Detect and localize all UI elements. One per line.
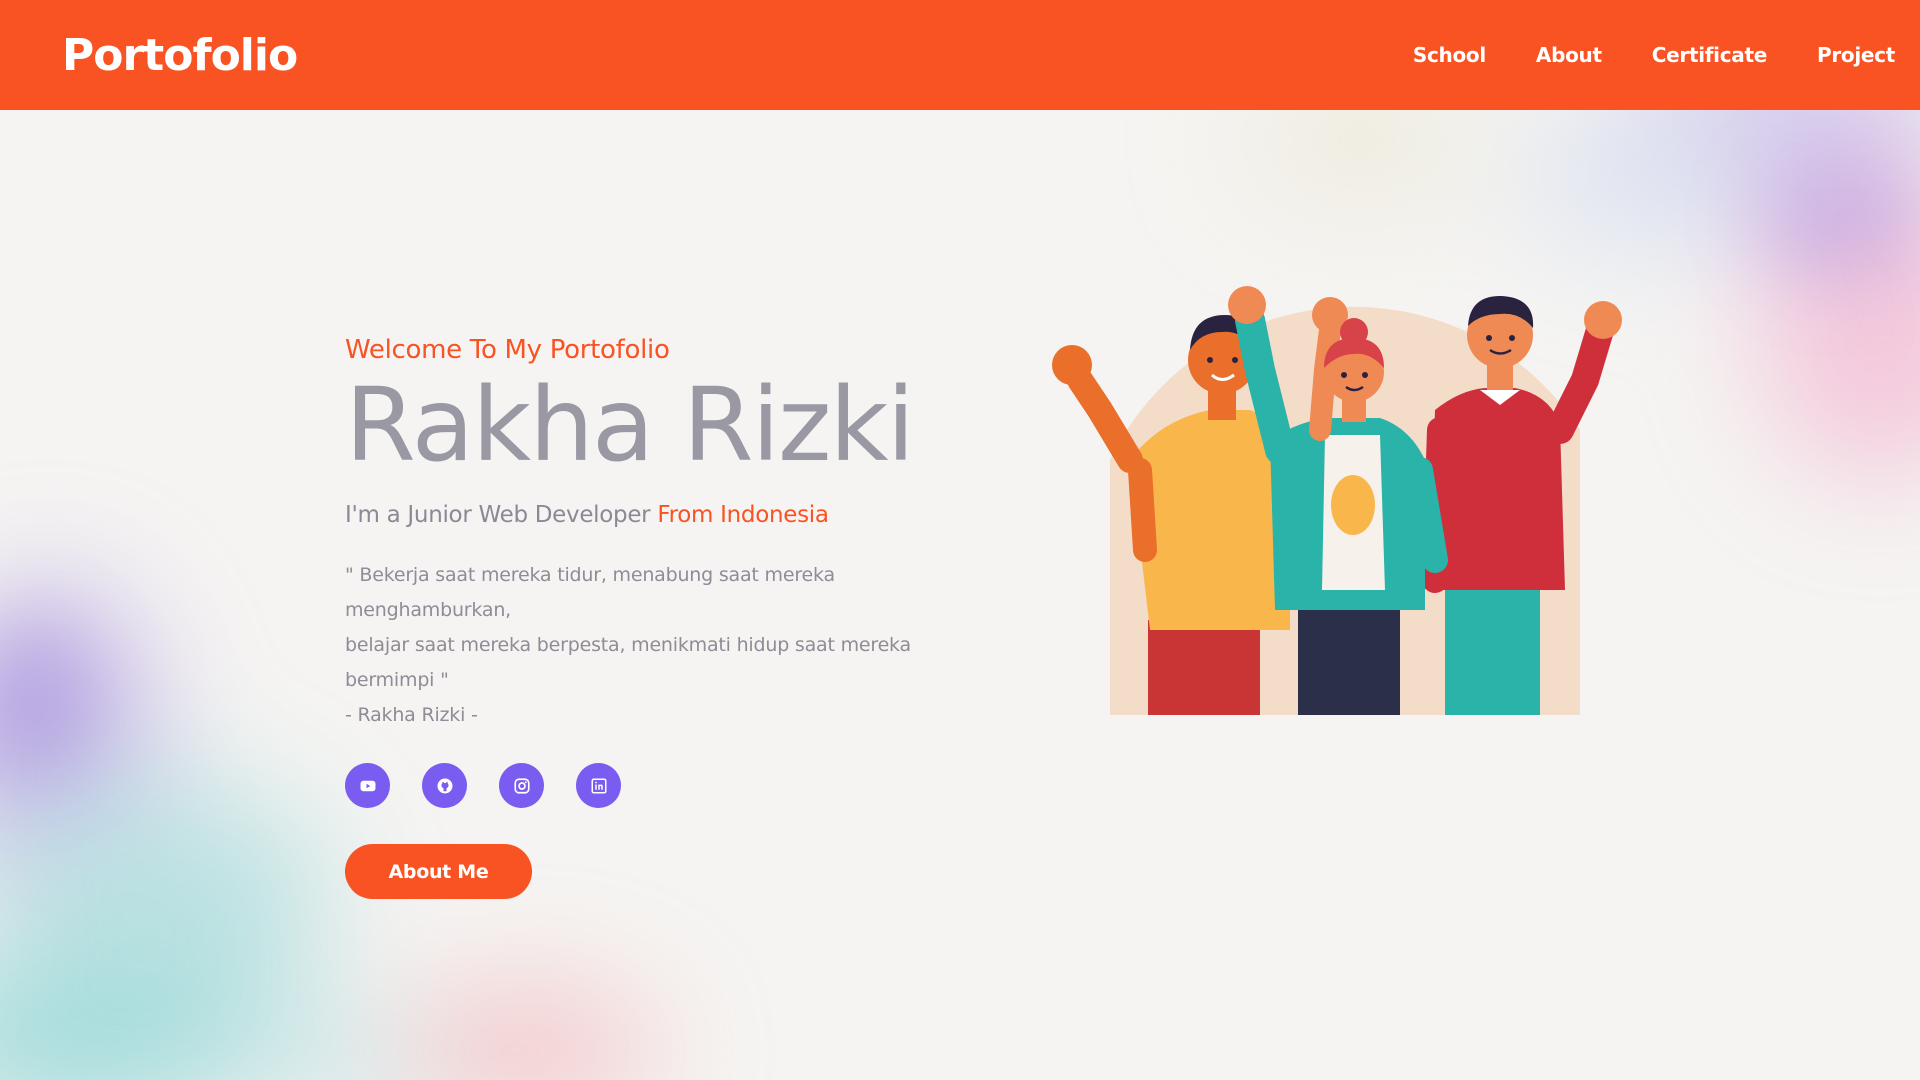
welcome-heading: Welcome To My Portofolio: [345, 335, 670, 365]
nav-links: School About Certificate Project: [1363, 0, 1920, 110]
social-links: [345, 763, 985, 809]
hero-section: Welcome To My Portofolio Rakha Rizki I'm…: [345, 335, 985, 900]
quote-line-1: " Bekerja saat mereka tidur, menabung sa…: [345, 564, 835, 622]
quote-author: - Rakha Rizki -: [345, 704, 478, 727]
github-icon: [437, 778, 452, 794]
youtube-icon: [360, 780, 375, 792]
top-navbar: Portofolio School About Certificate Proj…: [0, 0, 1920, 110]
linkedin-link[interactable]: [576, 763, 621, 809]
hero-name: Rakha Rizki: [345, 366, 915, 485]
instagram-icon: [513, 778, 530, 794]
github-link[interactable]: [422, 763, 467, 809]
nav-link-certificate[interactable]: Certificate: [1652, 43, 1768, 67]
nav-link-project[interactable]: Project: [1817, 43, 1895, 67]
nav-link-about[interactable]: About: [1536, 43, 1602, 67]
about-me-button[interactable]: About Me: [345, 844, 532, 900]
linkedin-icon: [591, 778, 606, 794]
hero-tagline: I'm a Junior Web Developer From Indonesi…: [345, 502, 985, 528]
brand-logo[interactable]: Portofolio: [62, 30, 298, 81]
instagram-link[interactable]: [499, 763, 544, 809]
nav-link-school[interactable]: School: [1413, 43, 1486, 67]
youtube-link[interactable]: [345, 763, 390, 809]
hero-quote: " Bekerja saat mereka tidur, menabung sa…: [345, 558, 985, 733]
quote-line-2: belajar saat mereka berpesta, menikmati …: [345, 634, 911, 692]
tagline-accent: From Indonesia: [657, 502, 829, 529]
hero-illustration: [1052, 286, 1622, 715]
tagline-prefix: I'm a Junior Web Developer: [345, 502, 658, 529]
